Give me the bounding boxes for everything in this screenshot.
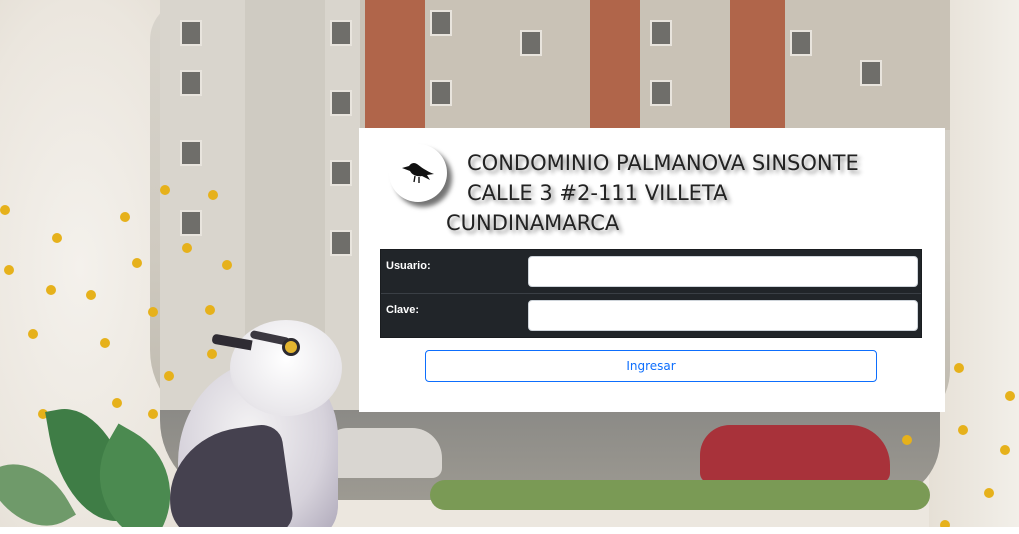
- building-window: [330, 160, 352, 186]
- username-label: Usuario:: [386, 260, 431, 272]
- decor-dot: [182, 243, 192, 253]
- building-window: [180, 140, 202, 166]
- brick-column: [730, 0, 785, 130]
- decor-dot: [120, 212, 130, 222]
- mockingbird-eye: [282, 338, 300, 356]
- decor-dot: [132, 258, 142, 268]
- building-window: [650, 80, 672, 106]
- brick-column: [590, 0, 640, 130]
- decor-dot: [207, 349, 217, 359]
- building-window: [180, 20, 202, 46]
- building-window: [180, 210, 202, 236]
- building-window: [430, 80, 452, 106]
- decor-dot: [222, 260, 232, 270]
- building-window: [790, 30, 812, 56]
- building-window: [430, 10, 452, 36]
- parked-car-white: [322, 428, 442, 478]
- building-window: [180, 70, 202, 96]
- decor-dot: [984, 488, 994, 498]
- mockingbird-head: [230, 320, 342, 416]
- decor-dot: [205, 305, 215, 315]
- building-window: [330, 20, 352, 46]
- decor-dot: [100, 338, 110, 348]
- brick-column: [365, 0, 425, 130]
- parked-car-red: [700, 425, 890, 483]
- building-window: [650, 20, 672, 46]
- password-row: Clave:: [381, 296, 921, 338]
- decor-dot: [148, 307, 158, 317]
- building-window: [330, 230, 352, 256]
- login-button[interactable]: Ingresar: [425, 350, 877, 382]
- title-line-3: CUNDINAMARCA: [446, 211, 620, 235]
- decor-dot: [46, 285, 56, 295]
- bottom-margin: [0, 527, 1019, 534]
- decor-dot: [148, 409, 158, 419]
- password-label: Clave:: [386, 304, 420, 316]
- condominium-title: CONDOMINIO PALMANOVA SINSONTE CALLE 3 #2…: [446, 148, 937, 238]
- decor-dot: [112, 398, 122, 408]
- password-input[interactable]: [528, 300, 918, 331]
- decor-dot: [52, 233, 62, 243]
- decor-dot: [954, 363, 964, 373]
- decor-dot: [28, 329, 38, 339]
- login-form: Usuario: Clave:: [380, 249, 922, 338]
- decor-dot: [958, 425, 968, 435]
- hedge: [430, 480, 930, 510]
- decor-dot: [164, 371, 174, 381]
- decor-dot: [86, 290, 96, 300]
- decor-dot: [208, 190, 218, 200]
- bird-icon: [400, 158, 436, 188]
- logo: [389, 144, 447, 202]
- title-line-2: CALLE 3 #2-111 VILLETA: [467, 181, 728, 205]
- title-line-1: CONDOMINIO PALMANOVA SINSONTE: [467, 151, 859, 175]
- building-window: [520, 30, 542, 56]
- building-window: [330, 90, 352, 116]
- login-card: CONDOMINIO PALMANOVA SINSONTE CALLE 3 #2…: [359, 128, 945, 412]
- building-window: [860, 60, 882, 86]
- decor-dot: [4, 265, 14, 275]
- decor-dot: [902, 435, 912, 445]
- decor-dot: [160, 185, 170, 195]
- decor-dot: [0, 205, 10, 215]
- decor-dot: [1005, 391, 1015, 401]
- username-input[interactable]: [528, 256, 918, 287]
- decor-dot: [1000, 445, 1010, 455]
- username-row: Usuario:: [381, 252, 921, 294]
